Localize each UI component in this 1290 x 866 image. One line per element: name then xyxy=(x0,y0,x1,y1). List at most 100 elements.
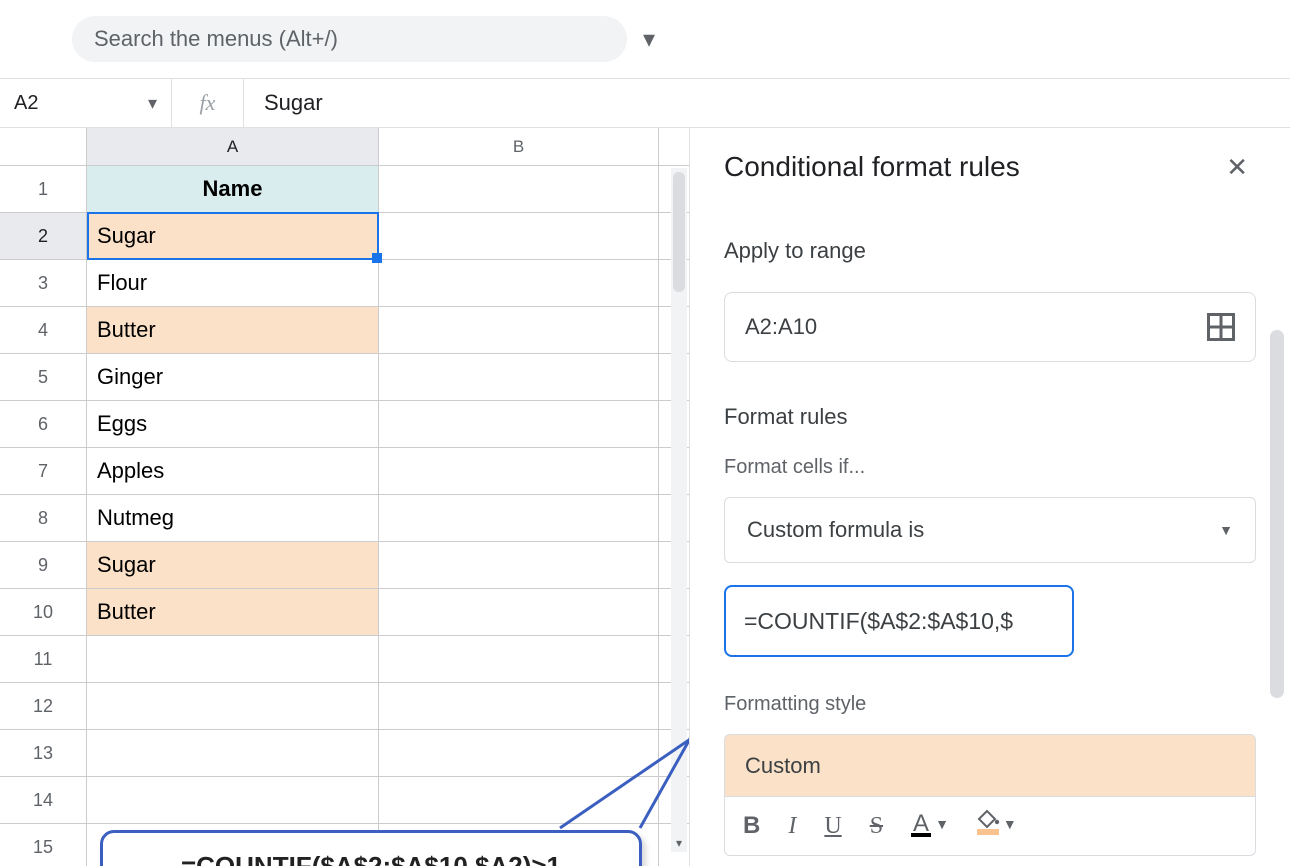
cell[interactable] xyxy=(379,777,659,823)
select-range-icon[interactable] xyxy=(1207,313,1235,341)
table-row: 2Sugar xyxy=(0,213,689,260)
cell[interactable] xyxy=(379,307,659,353)
formula-bar-row: A2 ▾ fx Sugar xyxy=(0,78,1290,128)
cell[interactable] xyxy=(379,260,659,306)
vertical-scrollbar[interactable]: ▾ xyxy=(671,168,687,852)
cell[interactable] xyxy=(379,401,659,447)
cell[interactable] xyxy=(379,589,659,635)
bold-button[interactable]: B xyxy=(743,812,760,840)
table-row: 13 xyxy=(0,730,689,777)
cell[interactable] xyxy=(379,448,659,494)
apply-to-range-label: Apply to range xyxy=(724,238,1256,264)
fill-color-button[interactable]: ▼ xyxy=(977,817,1017,835)
strikethrough-button[interactable]: S xyxy=(870,813,883,840)
row-header[interactable]: 5 xyxy=(0,354,87,400)
format-condition-select[interactable]: Custom formula is ▼ xyxy=(724,497,1256,563)
cell[interactable] xyxy=(379,636,659,682)
formatting-style-toolbar: B I U S A ▼ ▼ xyxy=(724,796,1256,856)
menu-search-input[interactable]: Search the menus (Alt+/) xyxy=(72,16,627,62)
row-header[interactable]: 7 xyxy=(0,448,87,494)
apply-to-range-value: A2:A10 xyxy=(745,314,817,340)
table-row: 9Sugar xyxy=(0,542,689,589)
chevron-down-icon: ▾ xyxy=(148,93,157,114)
formatting-style-name: Custom xyxy=(745,753,821,779)
cell[interactable] xyxy=(379,730,659,776)
cell[interactable]: Sugar xyxy=(87,542,379,588)
row-header[interactable]: 3 xyxy=(0,260,87,306)
table-row: 3Flour xyxy=(0,260,689,307)
chevron-down-icon: ▼ xyxy=(1003,818,1017,834)
text-color-button[interactable]: A ▼ xyxy=(911,815,949,837)
cell[interactable] xyxy=(87,730,379,776)
custom-formula-value: =COUNTIF($A$2:$A$10,$ xyxy=(744,608,1013,635)
row-header[interactable]: 1 xyxy=(0,166,87,212)
formula-bar-input[interactable]: Sugar xyxy=(244,79,1290,127)
table-row: 5Ginger xyxy=(0,354,689,401)
formula-bar-value: Sugar xyxy=(264,90,323,116)
formula-callout: =COUNTIF($A$2:$A$10,$A2)>1 xyxy=(100,830,642,866)
row-header[interactable]: 8 xyxy=(0,495,87,541)
sidebar-title: Conditional format rules xyxy=(724,151,1020,183)
chevron-down-icon[interactable]: ▾ xyxy=(639,25,659,54)
cell[interactable]: Butter xyxy=(87,307,379,353)
cell[interactable] xyxy=(379,213,659,259)
table-row: 14 xyxy=(0,777,689,824)
table-row: 7Apples xyxy=(0,448,689,495)
close-icon[interactable]: ✕ xyxy=(1218,144,1256,191)
cell[interactable] xyxy=(87,683,379,729)
scroll-down-icon[interactable]: ▾ xyxy=(671,836,687,850)
menu-search-bar: Search the menus (Alt+/) ▾ xyxy=(0,0,1290,78)
name-box-value: A2 xyxy=(14,92,38,115)
table-row: 10Butter xyxy=(0,589,689,636)
cell[interactable] xyxy=(379,166,659,212)
row-header[interactable]: 6 xyxy=(0,401,87,447)
formula-callout-text: =COUNTIF($A$2:$A$10,$A2)>1 xyxy=(181,851,561,866)
cell[interactable] xyxy=(379,354,659,400)
row-header[interactable]: 4 xyxy=(0,307,87,353)
cell[interactable]: Flour xyxy=(87,260,379,306)
spreadsheet-grid[interactable]: A B 1Name2Sugar3Flour4Butter5Ginger6Eggs… xyxy=(0,128,689,866)
cell[interactable] xyxy=(379,542,659,588)
table-row: 8Nutmeg xyxy=(0,495,689,542)
column-header-a[interactable]: A xyxy=(87,128,379,165)
conditional-format-sidebar: Conditional format rules ✕ Apply to rang… xyxy=(689,128,1290,866)
fill-color-icon xyxy=(977,817,999,835)
cell[interactable] xyxy=(87,636,379,682)
underline-button[interactable]: U xyxy=(824,813,841,840)
column-headers: A B xyxy=(0,128,689,166)
sidebar-scrollbar[interactable] xyxy=(1270,330,1284,698)
table-row: 4Butter xyxy=(0,307,689,354)
row-header[interactable]: 9 xyxy=(0,542,87,588)
custom-formula-input[interactable]: =COUNTIF($A$2:$A$10,$ xyxy=(724,585,1074,657)
apply-to-range-field[interactable]: A2:A10 xyxy=(724,292,1256,362)
column-header-b[interactable]: B xyxy=(379,128,659,165)
cell[interactable]: Name xyxy=(87,166,379,212)
row-header[interactable]: 12 xyxy=(0,683,87,729)
select-all-corner[interactable] xyxy=(0,128,87,165)
format-cells-if-label: Format cells if... xyxy=(724,456,1256,479)
scrollbar-thumb[interactable] xyxy=(673,172,685,292)
cell[interactable]: Ginger xyxy=(87,354,379,400)
row-header[interactable]: 11 xyxy=(0,636,87,682)
table-row: 11 xyxy=(0,636,689,683)
row-header[interactable]: 15 xyxy=(0,824,87,866)
row-header[interactable]: 10 xyxy=(0,589,87,635)
cell[interactable]: Butter xyxy=(87,589,379,635)
cell[interactable]: Sugar xyxy=(87,213,379,259)
cell[interactable]: Apples xyxy=(87,448,379,494)
name-box[interactable]: A2 ▾ xyxy=(0,79,172,127)
row-header[interactable]: 14 xyxy=(0,777,87,823)
row-header[interactable]: 2 xyxy=(0,213,87,259)
chevron-down-icon: ▼ xyxy=(1219,522,1233,538)
italic-button[interactable]: I xyxy=(788,813,796,840)
menu-search-placeholder: Search the menus (Alt+/) xyxy=(94,26,338,52)
cell[interactable]: Eggs xyxy=(87,401,379,447)
table-row: 12 xyxy=(0,683,689,730)
cell[interactable] xyxy=(379,683,659,729)
row-header[interactable]: 13 xyxy=(0,730,87,776)
cell[interactable] xyxy=(379,495,659,541)
cell[interactable] xyxy=(87,777,379,823)
formatting-style-preview[interactable]: Custom xyxy=(724,734,1256,796)
cell[interactable]: Nutmeg xyxy=(87,495,379,541)
table-row: 1Name xyxy=(0,166,689,213)
